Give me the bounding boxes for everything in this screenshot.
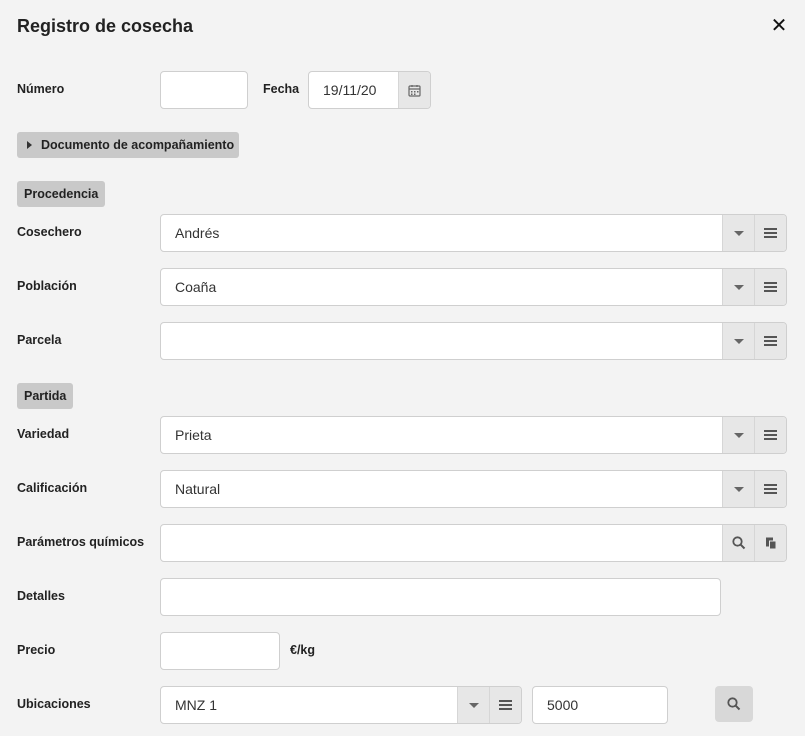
variedad-dropdown-button[interactable]: [722, 417, 754, 453]
ubicaciones-label: Ubicaciones: [17, 697, 91, 711]
parcela-dropdown-button[interactable]: [722, 323, 754, 359]
section-procedencia: Procedencia: [17, 181, 106, 207]
fecha-field[interactable]: 19/11/20: [308, 71, 431, 109]
documento-acompanamiento-button[interactable]: Documento de acompañamiento: [17, 132, 239, 158]
parcela-label: Parcela: [17, 333, 62, 347]
search-icon: [727, 697, 741, 711]
calificacion-value[interactable]: Natural: [161, 471, 722, 507]
poblacion-label: Población: [17, 279, 77, 293]
poblacion-select[interactable]: Coaña: [160, 268, 787, 306]
numero-input[interactable]: [160, 71, 248, 109]
menu-icon: [499, 700, 512, 710]
parcela-value[interactable]: [161, 323, 722, 359]
calificacion-select[interactable]: Natural: [160, 470, 787, 508]
search-icon: [731, 536, 745, 550]
menu-icon: [764, 484, 777, 494]
variedad-label: Variedad: [17, 427, 70, 441]
documento-button-label: Documento de acompañamiento: [41, 138, 235, 152]
harvest-record-dialog: Registro de cosecha ✕ Número Fecha 19/11…: [0, 0, 805, 736]
ubicaciones-value[interactable]: MNZ 1: [161, 687, 457, 723]
paste-icon: [765, 537, 776, 550]
menu-icon: [764, 336, 777, 346]
fecha-label: Fecha: [263, 82, 300, 96]
detalles-input[interactable]: [160, 578, 721, 616]
calificacion-label: Calificación: [17, 481, 88, 495]
chevron-down-icon: [733, 230, 744, 236]
calendar-icon: [408, 84, 421, 97]
calendar-button[interactable]: [398, 72, 430, 108]
chevron-down-icon: [733, 338, 744, 344]
menu-icon: [764, 430, 777, 440]
fecha-input[interactable]: 19/11/20: [309, 72, 398, 108]
numero-label: Número: [17, 82, 65, 96]
parcela-list-button[interactable]: [754, 323, 786, 359]
poblacion-dropdown-button[interactable]: [722, 269, 754, 305]
detalles-label: Detalles: [17, 589, 65, 603]
menu-icon: [764, 282, 777, 292]
cosechero-value[interactable]: Andrés: [161, 215, 722, 251]
chevron-down-icon: [468, 702, 479, 708]
parametros-search-button[interactable]: [722, 525, 754, 561]
expand-triangle-icon: [27, 141, 32, 149]
parametros-value[interactable]: [161, 525, 722, 561]
poblacion-value[interactable]: Coaña: [161, 269, 722, 305]
cosechero-dropdown-button[interactable]: [722, 215, 754, 251]
parametros-field[interactable]: [160, 524, 787, 562]
cosechero-label: Cosechero: [17, 225, 82, 239]
calificacion-dropdown-button[interactable]: [722, 471, 754, 507]
ubicaciones-quantity-input[interactable]: 5000: [532, 686, 668, 724]
dialog-title: Registro de cosecha: [17, 16, 194, 36]
cosechero-list-button[interactable]: [754, 215, 786, 251]
parametros-label: Parámetros químicos: [17, 535, 145, 549]
variedad-value[interactable]: Prieta: [161, 417, 722, 453]
parametros-paste-button[interactable]: [754, 525, 786, 561]
precio-unit: €/kg: [290, 643, 316, 657]
parcela-select[interactable]: [160, 322, 787, 360]
precio-label: Precio: [17, 643, 56, 657]
cosechero-select[interactable]: Andrés: [160, 214, 787, 252]
section-partida: Partida: [17, 383, 74, 409]
menu-icon: [764, 228, 777, 238]
chevron-down-icon: [733, 486, 744, 492]
ubicaciones-select[interactable]: MNZ 1: [160, 686, 522, 724]
precio-input[interactable]: [160, 632, 280, 670]
calificacion-list-button[interactable]: [754, 471, 786, 507]
ubicaciones-list-button[interactable]: [489, 687, 521, 723]
close-icon[interactable]: ✕: [770, 16, 788, 36]
poblacion-list-button[interactable]: [754, 269, 786, 305]
variedad-list-button[interactable]: [754, 417, 786, 453]
variedad-select[interactable]: Prieta: [160, 416, 787, 454]
ubicaciones-search-button[interactable]: [715, 686, 753, 722]
ubicaciones-dropdown-button[interactable]: [457, 687, 489, 723]
chevron-down-icon: [733, 432, 744, 438]
chevron-down-icon: [733, 284, 744, 290]
